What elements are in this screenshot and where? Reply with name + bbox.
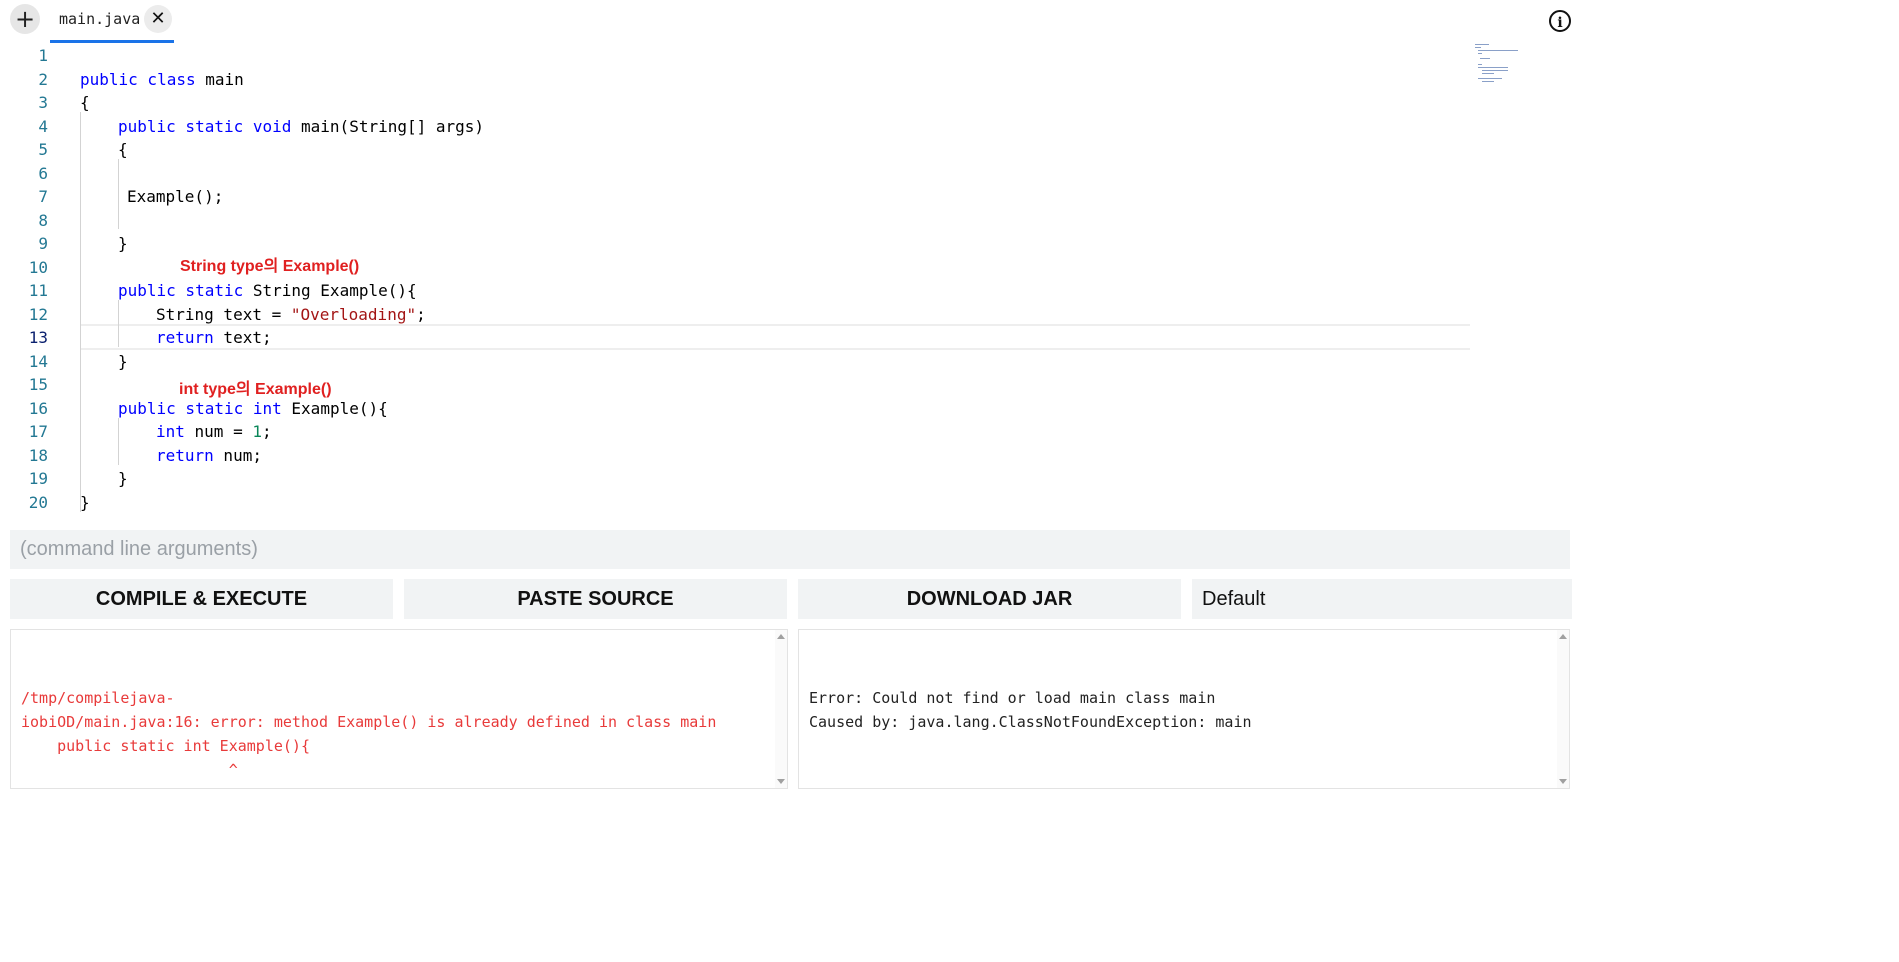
indent-guide [118, 159, 119, 229]
code-token: int [252, 398, 282, 418]
tab-label[interactable]: main.java [59, 10, 140, 28]
line-number: 20 [28, 492, 48, 512]
code-line-14: } [118, 351, 128, 371]
editor-line: 2 [0, 68, 1899, 92]
indent-guide [118, 418, 119, 465]
code-token: public class [80, 69, 196, 89]
editor-line: 14 [0, 350, 1899, 374]
compile-execute-button[interactable]: COMPILE & EXECUTE [10, 579, 393, 619]
code-line-11: public static String Example(){ [118, 279, 417, 303]
add-tab-button[interactable]: + [10, 4, 40, 34]
code-token: String text = [156, 304, 291, 324]
line-number: 12 [28, 304, 48, 324]
line-number: 18 [28, 445, 48, 465]
code-line-16: public static int Example(){ [118, 397, 388, 421]
code-token: public static [118, 398, 244, 418]
line-number: 9 [38, 234, 48, 253]
annotation-string-example: String type의 Example() [180, 258, 360, 275]
tab-main-java[interactable]: main.java ✕ [50, 0, 174, 43]
code-line-4: public static void main(String[] args) [118, 115, 484, 139]
code-line-12: String text = "Overloading"; [156, 303, 426, 327]
line-number: 14 [28, 351, 48, 371]
compile-output-text: /tmp/compilejava- iobiOD/main.java:16: e… [21, 689, 717, 788]
code-token: main [195, 69, 244, 89]
code-token: 1 [252, 422, 262, 441]
code-token: public static [118, 281, 244, 300]
code-token: return [156, 445, 214, 465]
scrollbar[interactable] [775, 630, 787, 788]
editor-line: 18 [0, 444, 1899, 468]
scrollbar[interactable] [1557, 630, 1569, 788]
code-token: main(String[] args) [291, 116, 485, 136]
code-token: Example(){ [281, 398, 388, 418]
line-number: 19 [28, 469, 48, 488]
code-line-13: return text; [156, 326, 272, 350]
line-number: 13 [28, 328, 48, 347]
code-token: num = [184, 422, 253, 441]
indent-guide [118, 300, 119, 347]
scroll-up-icon[interactable] [1559, 634, 1567, 639]
scroll-up-icon[interactable] [777, 634, 785, 639]
code-line-5: { [118, 140, 128, 159]
line-number: 8 [38, 210, 48, 230]
line-number: 4 [38, 116, 48, 136]
download-jar-button[interactable]: DOWNLOAD JAR [798, 579, 1181, 619]
compile-output-panel[interactable]: /tmp/compilejava- iobiOD/main.java:16: e… [10, 629, 788, 789]
minimap[interactable] [1472, 44, 1572, 84]
command-line-arguments-input[interactable] [10, 530, 1570, 569]
code-token: text; [213, 328, 272, 347]
close-icon[interactable]: ✕ [144, 5, 172, 33]
code-token: ; [416, 304, 426, 324]
code-token: "Overloading" [290, 304, 417, 324]
code-editor[interactable]: 1 2 3 4 5 6 7 8 9 10 11 12 13 14 15 16 17 18 19 20 public c… [0, 44, 1899, 516]
editor-line: 7 [0, 185, 1899, 209]
code-line-7: Example(); [127, 187, 224, 206]
editor-line: 5 [0, 138, 1899, 162]
scroll-down-icon[interactable] [777, 779, 785, 784]
paste-source-button[interactable]: PASTE SOURCE [404, 579, 787, 619]
line-number: 16 [28, 398, 48, 418]
code-token: int [156, 422, 185, 441]
line-number: 10 [28, 257, 48, 277]
code-line-18: return num; [156, 444, 262, 468]
annotation-int-example: int type의 Example() [179, 381, 332, 398]
line-number: 2 [38, 69, 48, 89]
info-icon[interactable]: i [1549, 10, 1571, 32]
code-token: num; [213, 445, 262, 465]
code-line-2: public class main [80, 68, 244, 92]
code-token: String Example(){ [243, 281, 417, 300]
editor-line: 17 [0, 420, 1899, 444]
tab-bar: + main.java ✕ i [0, 0, 1899, 44]
code-line-19: } [118, 469, 128, 488]
line-number: 15 [28, 375, 48, 394]
editor-line: 19 [0, 467, 1899, 491]
scroll-down-icon[interactable] [1559, 779, 1567, 784]
editor-line: 6 [0, 162, 1899, 186]
code-token: return [156, 328, 214, 347]
code-line-3: { [80, 93, 90, 112]
code-line-20: } [80, 492, 90, 512]
line-number: 11 [28, 281, 48, 300]
editor-line: 8 [0, 209, 1899, 233]
code-token: public static void [118, 116, 292, 136]
run-output-text: Error: Could not find or load main class… [809, 689, 1252, 731]
editor-line: 1 [0, 44, 1899, 68]
line-number: 6 [38, 163, 48, 183]
code-line-9: } [118, 234, 128, 253]
line-number: 17 [28, 422, 48, 441]
code-line-17: int num = 1; [156, 420, 272, 444]
run-output-panel[interactable]: Error: Could not find or load main class… [798, 629, 1570, 789]
editor-line: 13 [0, 326, 1899, 350]
line-number: 3 [38, 93, 48, 112]
line-number: 1 [38, 46, 48, 65]
indent-guide [80, 112, 81, 512]
line-number: 7 [38, 187, 48, 206]
editor-line: 20 [0, 491, 1899, 515]
mode-select[interactable]: Default [1192, 579, 1572, 619]
line-number: 5 [38, 140, 48, 159]
code-token: ; [261, 422, 272, 441]
editor-line: 3 [0, 91, 1899, 115]
